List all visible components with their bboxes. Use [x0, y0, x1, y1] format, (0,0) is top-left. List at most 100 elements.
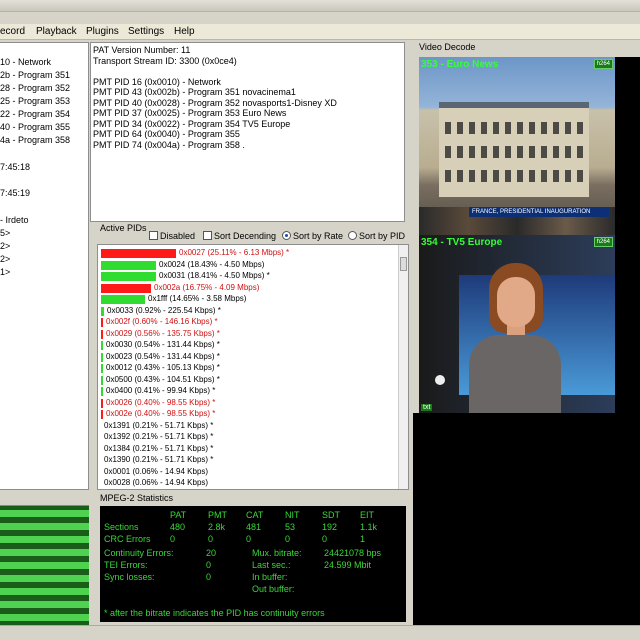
- pid-rate-label: 0x1392 (0.21% - 51.71 Kbps) *: [104, 432, 214, 441]
- palace-window: [529, 170, 535, 182]
- stats-value: 0: [206, 572, 212, 582]
- stats-value: 0: [246, 534, 252, 544]
- palace-window: [565, 146, 571, 158]
- palace-window: [481, 122, 487, 134]
- stats-value: 24.599 Mbit: [324, 560, 372, 570]
- stats-value: 53: [285, 522, 296, 532]
- video-tile-tv5[interactable]: 354 - TV5 Europe h264 txt: [419, 235, 615, 413]
- menu-plugins[interactable]: Plugins: [86, 26, 119, 37]
- pid-rate-bar: [101, 249, 176, 258]
- stats-value: 1.1k: [360, 522, 378, 532]
- checkbox-box[interactable]: [149, 231, 158, 240]
- pid-rate-bar: [101, 387, 103, 396]
- pid-rate-label: 0x0012 (0.43% - 105.13 Kbps) *: [106, 363, 220, 372]
- meter-bar: [0, 510, 89, 517]
- pid-rate-label: 0x1fff (14.65% - 3.58 Mbps): [148, 294, 247, 303]
- channel-title: 354 - TV5 Europe: [421, 237, 503, 248]
- meter-bar: [0, 575, 89, 582]
- disabled-label: Disabled: [160, 231, 196, 241]
- sort-descending-label: Sort Decending: [214, 231, 277, 241]
- tree-item[interactable]: 22 - Program 354: [0, 109, 70, 119]
- menu-playback[interactable]: Playback: [36, 26, 77, 37]
- pid-rate-label: 0x0500 (0.43% - 104.51 Kbps) *: [106, 374, 220, 384]
- meter-bar: [0, 588, 89, 595]
- video-background: [615, 57, 640, 413]
- palace-window: [457, 122, 463, 134]
- stats-value: 0: [208, 534, 214, 544]
- window-bottom-edge: [0, 625, 640, 640]
- palace-window: [469, 170, 475, 182]
- video-decode-label: Video Decode: [419, 42, 476, 52]
- stats-header: CAT: [246, 510, 264, 520]
- pid-rate-bar: [101, 375, 103, 385]
- stream-tree-panel[interactable]: 10 - Network 2b - Program 351 28 - Program…: [0, 42, 89, 490]
- info-line: PMT PID 74 (0x004a) - Program 358 .: [93, 139, 245, 150]
- stats-value: 192: [322, 522, 338, 532]
- tree-item[interactable]: 2>: [0, 241, 10, 251]
- pid-rate-bar: [101, 410, 103, 419]
- stats-row-label: CRC Errors: [104, 534, 151, 544]
- stats-header: SDT: [322, 510, 340, 520]
- checkbox-box[interactable]: [203, 231, 212, 240]
- tree-item[interactable]: 40 - Program 355: [0, 122, 70, 132]
- codec-badge: h264: [593, 237, 613, 247]
- palace-window: [553, 122, 559, 134]
- sort-by-pid-label: Sort by PID: [359, 231, 406, 241]
- active-pid-list[interactable]: 0x0027 (25.11% - 6.13 Mbps) * 0x0024 (18.…: [97, 244, 409, 490]
- palace-window: [517, 146, 523, 158]
- tree-item[interactable]: 2b - Program 351: [0, 70, 70, 80]
- disabled-checkbox[interactable]: Disabled: [149, 231, 195, 241]
- tree-item[interactable]: 28 - Program 352: [0, 83, 70, 93]
- mpeg2-stats-panel: PAT PMT CAT NIT SDT EIT Sections 480 2.8k 481 53 19…: [100, 506, 406, 622]
- pid-rate-label: 0x0023 (0.54% - 131.44 Kbps) *: [106, 351, 220, 361]
- menu-record[interactable]: ecord: [0, 26, 25, 37]
- stats-value: 24421078 bps: [324, 548, 382, 558]
- pid-list-scrollbar[interactable]: [398, 245, 408, 489]
- menu-help[interactable]: Help: [174, 26, 195, 37]
- tree-item[interactable]: 1>: [0, 267, 10, 277]
- pid-rate-label: 0x1390 (0.21% - 51.71 Kbps) *: [104, 455, 214, 464]
- sort-by-rate-radio[interactable]: Sort by Rate: [282, 231, 343, 241]
- palace-window: [469, 146, 475, 158]
- sort-descending-checkbox[interactable]: Sort Decending: [203, 231, 276, 241]
- meter-bar: [0, 523, 89, 530]
- pid-rate-label: 0x1391 (0.21% - 51.71 Kbps) *: [104, 420, 214, 430]
- tree-item[interactable]: 7:45:18: [0, 162, 30, 172]
- pid-rate-label: 0x0001 (0.06% - 14.94 Kbps): [104, 466, 209, 476]
- pid-rate-label: 0x1384 (0.21% - 51.71 Kbps) *: [104, 443, 214, 453]
- scrollbar-thumb[interactable]: [400, 257, 407, 271]
- video-tile-euronews[interactable]: FRANCE, PRESIDENTIAL INAUGURATION 353 - …: [419, 57, 615, 235]
- bitrate-meter-panel: [0, 505, 89, 625]
- tree-item[interactable]: 25 - Program 353: [0, 96, 70, 106]
- info-line: PAT Version Number: 11: [93, 45, 191, 55]
- menu-settings[interactable]: Settings: [128, 26, 164, 37]
- tree-item[interactable]: - Irdeto: [0, 215, 29, 225]
- tree-item[interactable]: 4a - Program 358: [0, 135, 70, 145]
- tree-item[interactable]: 7:45:19: [0, 188, 30, 198]
- stats-value: 0: [206, 560, 212, 570]
- pid-rate-bar: [101, 295, 145, 304]
- radio-dot[interactable]: [348, 231, 357, 240]
- mpeg2-stats-label: MPEG-2 Statistics: [100, 493, 174, 503]
- presenter-image: [461, 263, 561, 413]
- tree-item[interactable]: 10 - Network: [0, 57, 51, 67]
- palace-window: [493, 146, 499, 158]
- palace-window: [541, 122, 547, 134]
- stats-value: 2.8k: [208, 522, 226, 532]
- palace-window: [481, 146, 487, 158]
- stats-header: NIT: [285, 510, 300, 520]
- stats-row-label: Mux. bitrate:: [252, 548, 302, 558]
- palace-window: [469, 122, 475, 134]
- codec-badge: h264: [593, 59, 613, 69]
- tree-item[interactable]: 2>: [0, 254, 10, 264]
- info-line: PMT PID 34 (0x0022) - Program 354 TV5 Eu…: [93, 118, 291, 129]
- palace-window: [565, 170, 571, 182]
- meter-bar: [0, 614, 89, 621]
- pat-info-panel[interactable]: PAT Version Number: 11 Transport Stream I…: [90, 42, 405, 222]
- palace-window: [553, 170, 559, 182]
- tree-item[interactable]: 5>: [0, 228, 10, 238]
- radio-dot[interactable]: [282, 231, 291, 240]
- pid-rate-bar: [101, 341, 103, 350]
- teletext-badge: txt: [421, 404, 433, 411]
- sort-by-pid-radio[interactable]: Sort by PID: [348, 231, 405, 241]
